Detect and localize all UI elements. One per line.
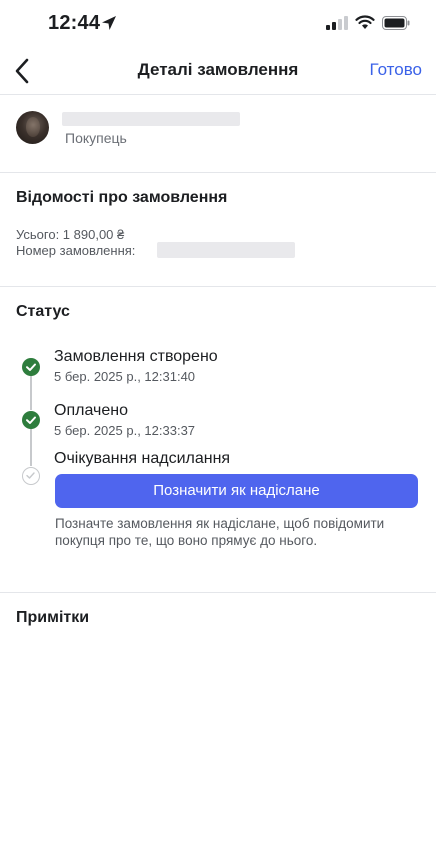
divider [0,172,436,173]
step-title-created: Замовлення створено [54,348,218,365]
location-arrow-icon [102,16,116,30]
checkmark-icon [22,358,40,376]
order-info-title: Відомості про замовлення [16,189,228,206]
step-date-created: 5 бер. 2025 р., 12:31:40 [54,369,196,384]
status-bar: 12:44 [0,0,436,48]
pending-check-icon [22,467,40,485]
shipping-hint: Позначте замовлення як надіслане, щоб по… [55,516,385,548]
order-total: Усього: 1 890,00 ₴ [16,227,125,242]
redacted-order-number [157,242,295,258]
signal-icon [326,15,348,30]
divider [0,94,436,95]
step-date-paid: 5 бер. 2025 р., 12:33:37 [54,423,196,438]
redacted-buyer-name [62,112,240,126]
battery-icon [382,15,410,30]
status-title: Статус [16,303,70,320]
divider [0,592,436,593]
timeline-connector [30,426,32,466]
checkmark-icon [22,411,40,429]
mark-as-shipped-button[interactable]: Позначити як надіслане [55,474,418,508]
navigation-bar: Деталі замовлення Готово [0,52,436,92]
buyer-avatar[interactable] [16,111,49,144]
notes-title: Примітки [16,609,90,626]
step-title-awaiting: Очікування надсилання [54,450,231,467]
order-number-label: Номер замовлення: [16,243,136,258]
step-title-paid: Оплачено [54,402,128,419]
done-button[interactable]: Готово [370,60,423,80]
divider [0,286,436,287]
status-time: 12:44 [48,12,101,34]
wifi-icon [355,15,375,29]
timeline-connector [30,372,32,410]
system-icons [326,15,410,30]
buyer-role-label: Покупець [65,130,127,146]
